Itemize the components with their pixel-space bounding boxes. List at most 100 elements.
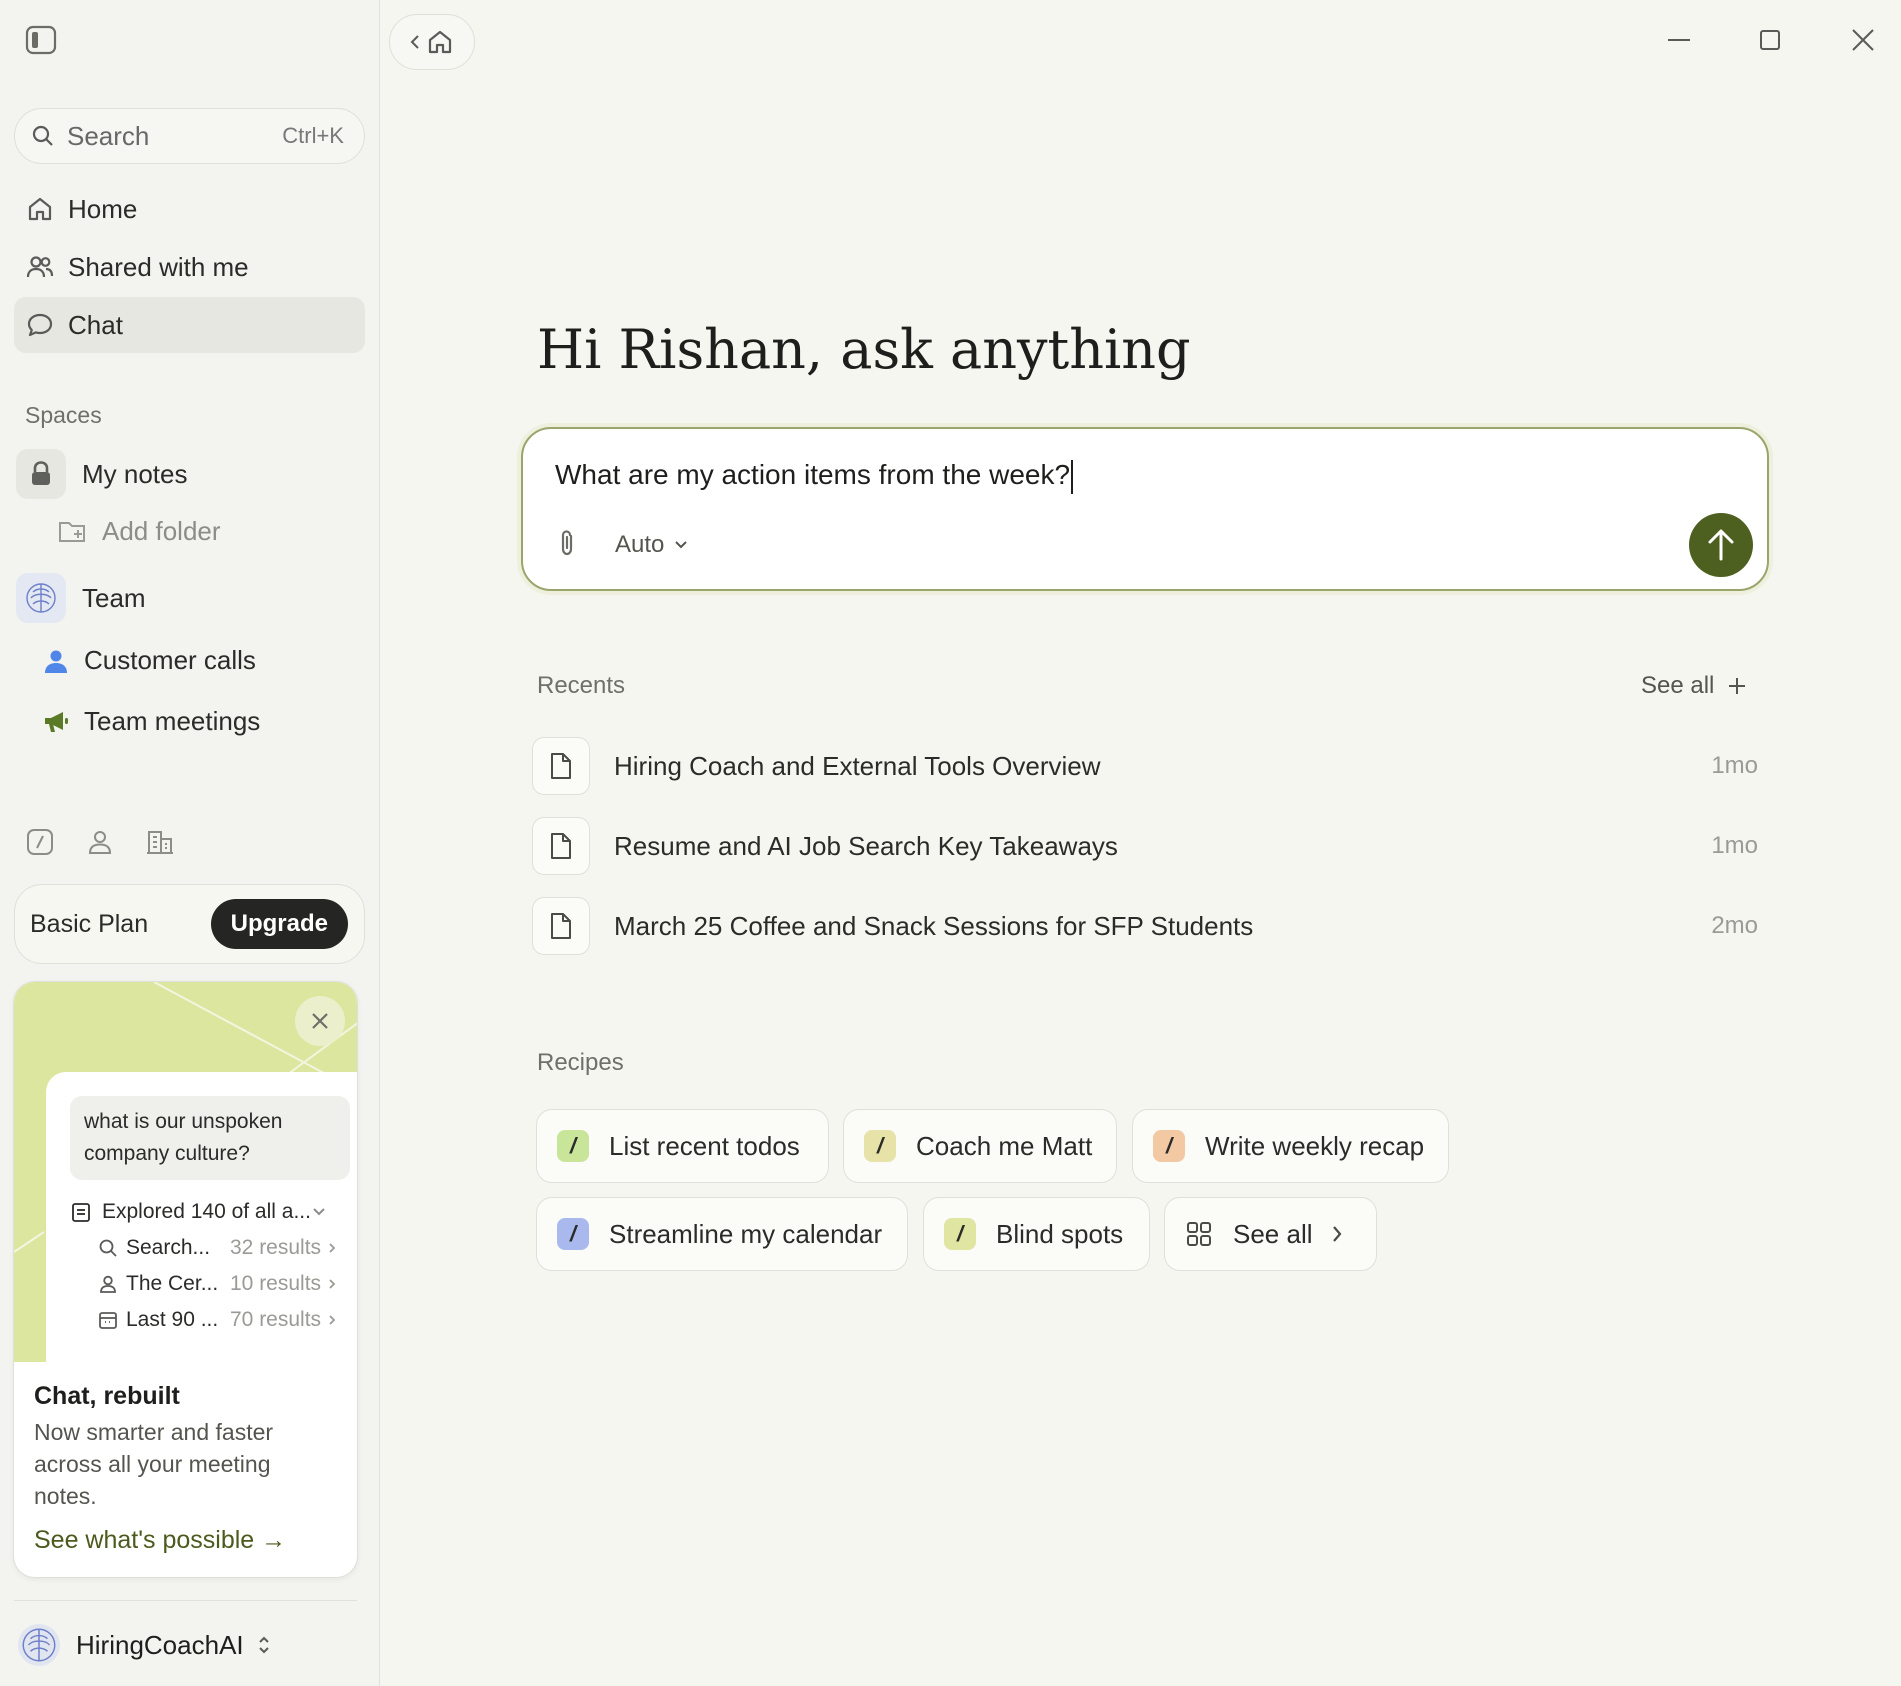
result-row-calendar: Last 90 ... 70 results: [98, 1308, 357, 1332]
explored-row: Explored 140 of all a...: [70, 1200, 357, 1224]
plan-name: Basic Plan: [30, 909, 149, 938]
see-all-label: See all: [1233, 1218, 1313, 1249]
result-count: 70 results: [230, 1308, 322, 1331]
space-my-notes[interactable]: My notes: [16, 449, 188, 499]
people-icon: [26, 256, 54, 278]
chevron-down-icon: [675, 541, 688, 549]
promo-card: what is our unspoken company culture? Ex…: [13, 981, 358, 1578]
lock-icon: [16, 449, 66, 499]
sidebar-item-chat[interactable]: Chat: [14, 297, 365, 353]
folder-label: Customer calls: [84, 645, 256, 675]
send-button[interactable]: [1689, 513, 1753, 577]
search-icon: [32, 125, 53, 146]
promo-description: Now smarter and faster across all your m…: [34, 1419, 274, 1509]
sidebar-toggle-icon[interactable]: [22, 22, 60, 58]
avatar: [18, 1624, 60, 1666]
close-window-icon[interactable]: [1845, 22, 1881, 58]
recent-note-row[interactable]: Resume and AI Job Search Key Takeaways 1…: [532, 817, 1758, 875]
team-logo-icon: [16, 573, 66, 623]
sidebar: Search Ctrl+K Home Shared with me Chat S…: [0, 0, 380, 1686]
add-folder-label: Add folder: [102, 516, 221, 546]
recent-age: 1mo: [1711, 832, 1758, 859]
space-team[interactable]: Team: [16, 573, 146, 623]
result-count: 32 results: [230, 1236, 322, 1259]
see-whats-possible-link[interactable]: See what's possible →: [34, 1526, 286, 1555]
recent-title: March 25 Coffee and Snack Sessions for S…: [614, 910, 1254, 941]
grid-icon: [1187, 1222, 1211, 1246]
recipes-heading: Recipes: [537, 1049, 624, 1076]
recents-see-all-button[interactable]: See all: [1641, 672, 1746, 700]
plus-icon: [1729, 678, 1746, 694]
slash-icon: /: [1153, 1130, 1185, 1162]
recipe-list-recent-todos[interactable]: / List recent todos: [536, 1109, 829, 1183]
recipes-see-all-button[interactable]: See all: [1164, 1197, 1377, 1271]
maximize-icon[interactable]: [1752, 22, 1788, 58]
calendar-icon: [99, 1312, 117, 1329]
back-home-button[interactable]: [389, 14, 475, 70]
add-folder-button[interactable]: Add folder: [58, 516, 221, 547]
recipe-label: Coach me Matt: [916, 1130, 1093, 1161]
paperclip-icon[interactable]: [553, 527, 581, 564]
arrow-up-icon: [1708, 529, 1734, 561]
model-mode-select[interactable]: Auto: [615, 531, 688, 559]
text-caret: [1071, 459, 1074, 494]
sidebar-item-home[interactable]: Home: [14, 181, 365, 237]
slash-icon: /: [557, 1218, 589, 1250]
document-icon: [532, 897, 590, 955]
sidebar-tools: [24, 826, 176, 858]
building-icon[interactable]: [144, 826, 176, 858]
space-label: My notes: [82, 458, 188, 489]
sidebar-item-shared-with-me[interactable]: Shared with me: [14, 239, 365, 295]
home-icon: [428, 30, 452, 54]
chevron-up-down-icon: [258, 1636, 269, 1654]
result-name: Last 90 ...: [126, 1308, 219, 1331]
megaphone-icon: [45, 711, 68, 732]
recent-note-row[interactable]: March 25 Coffee and Snack Sessions for S…: [532, 897, 1758, 955]
clipboard-icon: [72, 1203, 90, 1222]
explored-label: Explored 140 of all a...: [102, 1200, 311, 1223]
recent-title: Resume and AI Job Search Key Takeaways: [614, 830, 1118, 861]
account-name: HiringCoachAI: [76, 1629, 244, 1660]
slash-command-icon[interactable]: [24, 826, 56, 858]
folder-customer-calls[interactable]: Customer calls: [42, 645, 256, 676]
recipe-streamline-my-calendar[interactable]: / Streamline my calendar: [536, 1197, 908, 1271]
see-all-label: See all: [1641, 672, 1715, 699]
account-switcher[interactable]: HiringCoachAI: [18, 1624, 272, 1666]
slash-icon: /: [944, 1218, 976, 1250]
result-count: 10 results: [230, 1272, 322, 1295]
result-name: The Cer...: [126, 1272, 219, 1295]
space-label: Team: [82, 582, 146, 613]
folder-label: Team meetings: [84, 706, 261, 736]
spaces-heading: Spaces: [25, 402, 102, 428]
home-icon: [28, 197, 52, 221]
sidebar-item-label: Shared with me: [68, 251, 249, 282]
slash-icon: /: [557, 1130, 589, 1162]
chat-bubble-icon: [27, 313, 53, 337]
page-title: Hi Rishan, ask anything: [537, 318, 1191, 381]
person-outline-icon: [100, 1275, 116, 1293]
search-bar[interactable]: Search Ctrl+K: [14, 108, 365, 164]
recipe-write-weekly-recap[interactable]: / Write weekly recap: [1132, 1109, 1449, 1183]
recipe-blind-spots[interactable]: / Blind spots: [923, 1197, 1150, 1271]
recent-note-row[interactable]: Hiring Coach and External Tools Overview…: [532, 737, 1758, 795]
upgrade-button[interactable]: Upgrade: [210, 899, 348, 949]
close-icon[interactable]: [295, 996, 345, 1046]
recipe-coach-me-matt[interactable]: / Coach me Matt: [843, 1109, 1117, 1183]
result-row-person: The Cer... 10 results: [98, 1272, 357, 1296]
minimize-icon[interactable]: [1661, 22, 1697, 58]
chevron-left-icon: [410, 35, 419, 49]
chat-input[interactable]: What are my action items from the week?: [555, 459, 1074, 494]
sidebar-item-label: Home: [68, 193, 138, 224]
model-mode-label: Auto: [615, 531, 665, 558]
folder-plus-icon: [59, 521, 85, 542]
search-label: Search: [67, 120, 150, 151]
recipe-label: List recent todos: [609, 1130, 800, 1161]
chevron-down-icon: [313, 1208, 325, 1216]
recent-age: 1mo: [1711, 752, 1758, 779]
recipe-label: Blind spots: [996, 1218, 1124, 1249]
document-icon: [532, 737, 590, 795]
folder-team-meetings[interactable]: Team meetings: [42, 706, 260, 737]
chat-composer[interactable]: What are my action items from the week? …: [521, 427, 1769, 591]
chevron-right-icon: [329, 1315, 336, 1325]
person-outline-icon[interactable]: [84, 826, 116, 858]
